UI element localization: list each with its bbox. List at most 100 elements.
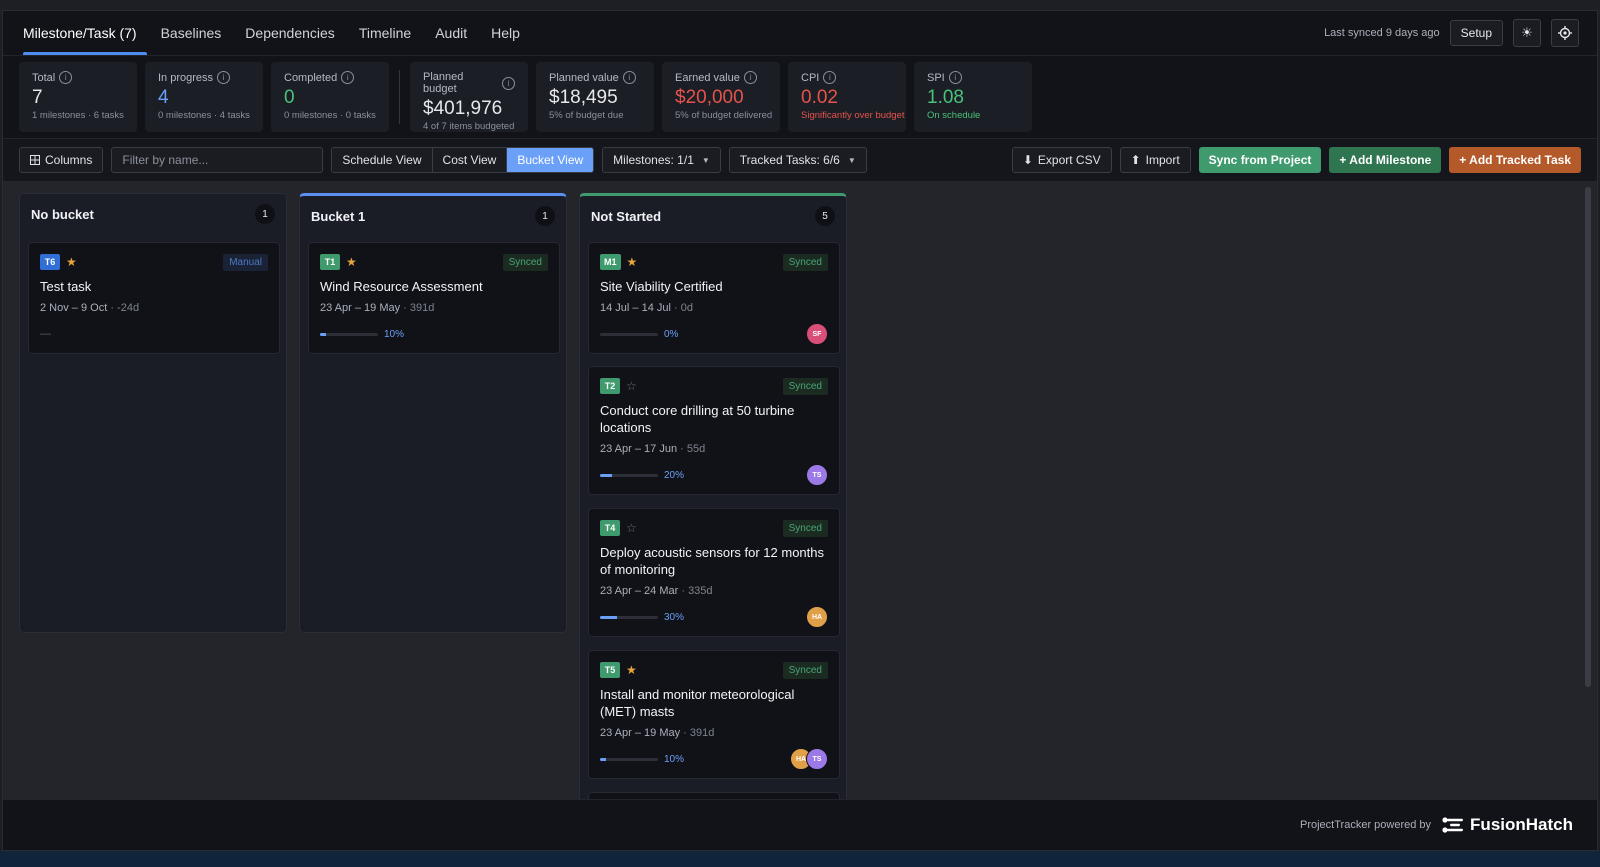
last-synced-text: Last synced 9 days ago [1324, 27, 1440, 39]
board-scrollbar[interactable] [1585, 187, 1591, 687]
item-id-badge: T1 [320, 254, 340, 270]
task-card-t5[interactable]: T5 ★ Synced Install and monitor meteorol… [588, 650, 840, 779]
duration: · 335d [681, 585, 713, 597]
view-switcher: Schedule View Cost View Bucket View [331, 147, 595, 173]
kpi-label: In progress [158, 71, 214, 84]
kpi-label: CPI [801, 71, 820, 84]
theme-toggle-button[interactable]: ☀ [1513, 19, 1541, 47]
kpi-value: 0.02 [801, 87, 838, 108]
card-dates: 2 Nov – 9 Oct · -24d [40, 302, 268, 314]
filter-input[interactable] [111, 147, 324, 173]
kpi-strip: Total i 7 1 milestones · 6 tasks In progr… [3, 56, 1597, 139]
info-icon[interactable]: i [341, 71, 355, 84]
task-card-t2[interactable]: T2 ☆ Synced Conduct core drilling at 50 … [588, 366, 840, 495]
kpi-value: $18,495 [549, 87, 618, 108]
kpi-in-progress: In progress i 4 0 milestones · 4 tasks [145, 62, 263, 132]
column-title: No bucket [31, 206, 94, 222]
star-filled-icon[interactable]: ★ [66, 255, 77, 269]
info-icon[interactable]: i [217, 71, 231, 84]
source-badge: Synced [782, 377, 828, 395]
kpi-earned-value: Earned value i $20,000 5% of budget deliv… [662, 62, 780, 132]
star-filled-icon[interactable]: ★ [627, 255, 638, 269]
info-icon[interactable]: i [502, 76, 515, 90]
task-card-t1[interactable]: T1 ★ Synced Wind Resource Assessment 23 … [308, 242, 560, 354]
kpi-subtext: On schedule [927, 110, 981, 121]
progress-bar [600, 757, 658, 761]
card-dates: 14 Jul – 14 Jul · 0d [600, 302, 828, 314]
task-card-t6[interactable]: T6 ★ Manual Test task 2 Nov – 9 Oct · -2… [28, 242, 280, 354]
tab-dependencies[interactable]: Dependencies [233, 11, 347, 55]
star-outline-icon[interactable]: ☆ [626, 521, 637, 535]
avatar[interactable]: HA [806, 606, 828, 628]
bucket-view-button[interactable]: Bucket View [507, 148, 594, 172]
tab-audit[interactable]: Audit [423, 11, 479, 55]
kpi-total: Total i 7 1 milestones · 6 tasks [19, 62, 137, 132]
export-csv-button[interactable]: ⬇ Export CSV [1011, 147, 1112, 173]
tab-baselines[interactable]: Baselines [149, 11, 234, 55]
kpi-label: Planned budget [423, 71, 464, 95]
assignee-avatars: HA [806, 606, 828, 628]
info-icon[interactable]: i [948, 71, 962, 84]
duration: · 391d [403, 302, 435, 314]
kpi-planned-budget: Planned budget i $401,976 4 of 7 items bu… [410, 62, 528, 132]
progress-bar [600, 615, 658, 619]
tab-milestone-task[interactable]: Milestone/Task (7) [21, 11, 149, 55]
avatar[interactable]: TS [806, 748, 828, 770]
star-filled-icon[interactable]: ★ [346, 255, 357, 269]
card-title: Site Viability Certified [600, 279, 723, 294]
info-icon[interactable]: i [59, 71, 73, 84]
card-title: Install and monitor meteorological (MET)… [600, 687, 795, 719]
info-icon[interactable]: i [622, 71, 636, 84]
kpi-subtext: 4 of 7 items budgeted [423, 121, 515, 132]
assignee-avatars: SF [806, 323, 828, 345]
fusionhatch-logo-icon [1442, 817, 1464, 833]
card-dates: 23 Apr – 19 May · 391d [320, 302, 548, 314]
avatar[interactable]: SF [806, 323, 828, 345]
kpi-completed: Completed i 0 0 milestones · 0 tasks [271, 62, 389, 132]
bucket-column-no-bucket: No bucket 1 T6 ★ Manual Test task 2 Nov … [19, 193, 287, 633]
setup-button[interactable]: Setup [1449, 20, 1503, 46]
card-title: Conduct core drilling at 50 turbine loca… [600, 403, 795, 435]
task-card-t4[interactable]: T4 ☆ Synced Deploy acoustic sensors for … [588, 508, 840, 637]
assignee-avatars: TS [806, 464, 828, 486]
milestones-filter-dropdown[interactable]: Milestones: 1/1 ▼ [602, 147, 721, 173]
export-label: Export CSV [1037, 153, 1101, 167]
add-milestone-button[interactable]: + Add Milestone [1329, 147, 1442, 173]
os-taskbar [0, 851, 1600, 867]
crosshair-icon [1558, 26, 1572, 40]
sun-icon: ☀ [1521, 25, 1533, 40]
duration: · 55d [680, 443, 706, 455]
sync-from-project-button[interactable]: Sync from Project [1198, 147, 1322, 173]
star-filled-icon[interactable]: ★ [626, 663, 637, 677]
card-dates: 23 Apr – 24 Mar · 335d [600, 585, 828, 597]
item-id-badge: T4 [600, 520, 620, 536]
tracked-tasks-filter-dropdown[interactable]: Tracked Tasks: 6/6 ▼ [728, 147, 867, 173]
milestones-filter-label: Milestones: 1/1 [613, 153, 694, 167]
avatar[interactable]: TS [806, 464, 828, 486]
import-button[interactable]: ⬆ Import [1119, 147, 1191, 173]
locate-button[interactable] [1551, 19, 1579, 47]
cost-view-button[interactable]: Cost View [432, 148, 508, 172]
item-id-badge: T6 [40, 254, 60, 270]
toolbar: Columns Schedule View Cost View Bucket V… [3, 139, 1597, 182]
caret-down-icon: ▼ [701, 155, 710, 165]
duration: · -24d [110, 302, 140, 314]
tab-timeline[interactable]: Timeline [347, 11, 423, 55]
info-icon[interactable]: i [823, 71, 837, 84]
progress-fill [320, 332, 326, 336]
tab-help[interactable]: Help [479, 11, 532, 55]
column-header: No bucket 1 [20, 194, 286, 234]
progress-label: 0% [664, 328, 679, 340]
add-tracked-task-button[interactable]: + Add Tracked Task [1449, 147, 1581, 173]
card-title: Deploy acoustic sensors for 12 months of… [600, 545, 824, 577]
progress-fill [600, 757, 606, 761]
kpi-label: Earned value [675, 71, 740, 84]
columns-button[interactable]: Columns [19, 147, 104, 173]
schedule-view-button[interactable]: Schedule View [332, 148, 433, 172]
star-outline-icon[interactable]: ☆ [626, 379, 637, 393]
progress-label: 30% [664, 611, 685, 623]
column-count-badge: 5 [815, 206, 835, 226]
columns-label: Columns [45, 153, 93, 167]
milestone-card-m1[interactable]: M1 ★ Synced Site Viability Certified 14 … [588, 242, 840, 354]
info-icon[interactable]: i [743, 71, 757, 84]
